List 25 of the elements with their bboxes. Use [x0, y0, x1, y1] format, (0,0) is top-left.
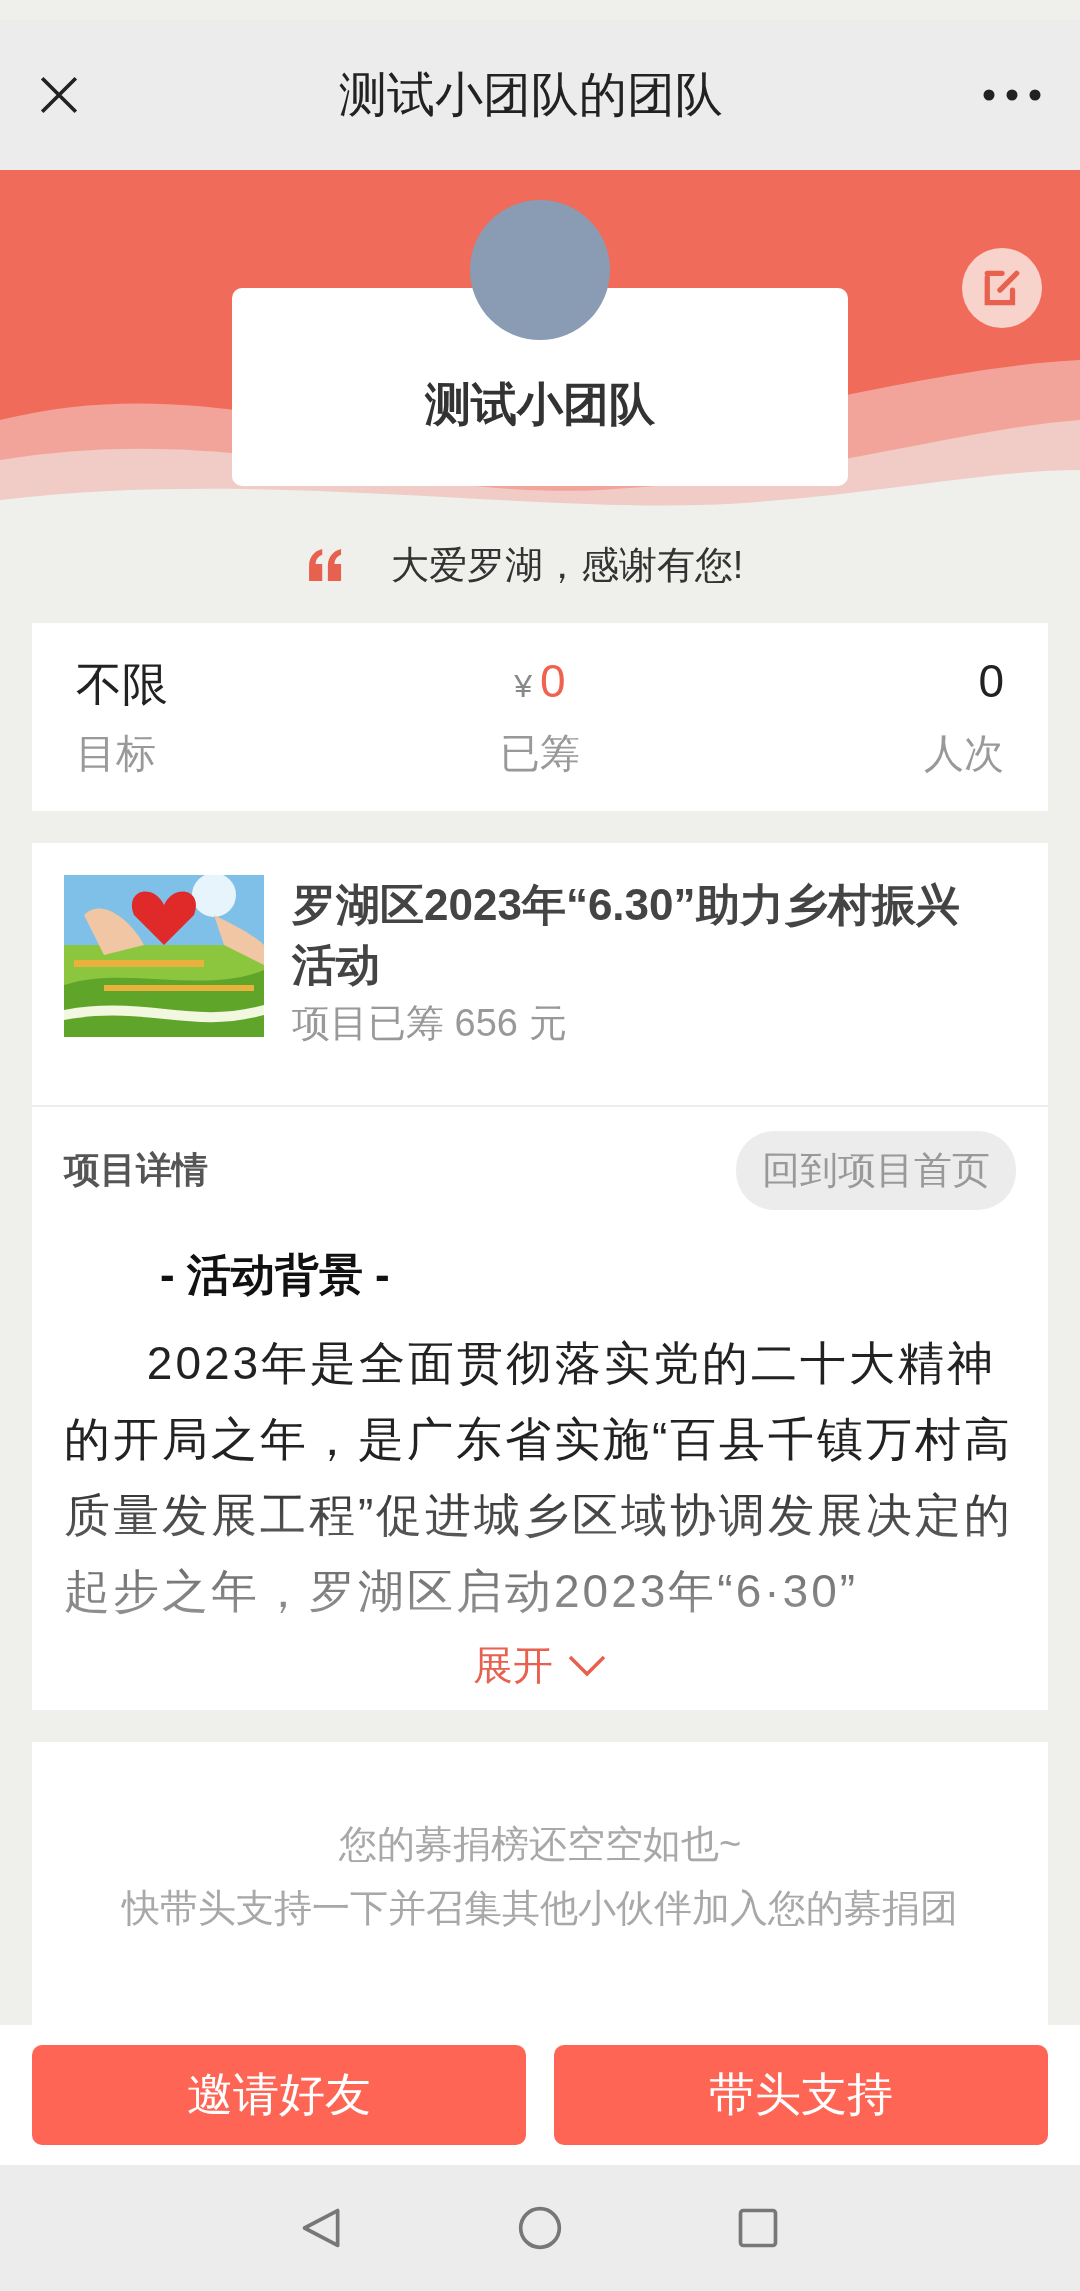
empty-message: 快带头支持一下并召集其他小伙伴加入您的募捐团	[122, 1886, 958, 1931]
page-title: 测试小团队的团队	[338, 67, 724, 123]
home-icon[interactable]	[517, 2205, 563, 2251]
stat-label: 目标	[76, 729, 157, 777]
stat-value: ¥ 0	[513, 653, 567, 709]
action-button[interactable]: 邀请好友	[32, 2045, 526, 2145]
stat-label: 人次	[923, 729, 1004, 777]
section-title: - 活动背景 -	[160, 1249, 391, 1301]
stat-label: 已筹	[499, 729, 581, 777]
expand-button[interactable]: 展开	[467, 1637, 613, 1694]
stat-value: 不限	[76, 656, 169, 712]
description-text: 2023年是全面贯彻落实党的二十大精神的开局之年，是广东省实施“百县千镇万村高质量发展工程”促进城乡区域协调发展决定的起步之年，罗湖区启动2023年“6·30”	[64, 1336, 1015, 1619]
stat-value: 0	[977, 653, 1004, 709]
project-home-button[interactable]: 回到项目首页	[736, 1131, 1016, 1210]
project-title[interactable]: 罗湖区2023年“6.30”助力乡村振兴活动	[292, 875, 992, 995]
action-button[interactable]: 带头支持	[554, 2045, 1048, 2145]
project-raised: 项目已筹 656 元	[292, 1001, 568, 1046]
edit-icon[interactable]	[962, 248, 1042, 328]
details-heading: 项目详情	[64, 1148, 208, 1192]
close-icon[interactable]	[38, 74, 80, 116]
team-name: 测试小团队	[425, 377, 655, 432]
chevron-icon[interactable]	[567, 1653, 607, 1678]
more-icon[interactable]	[982, 88, 1042, 102]
team-motto: 大爱罗湖，感谢有您!	[390, 542, 744, 588]
empty-message: 您的募捐榜还空空如也~	[338, 1822, 742, 1867]
